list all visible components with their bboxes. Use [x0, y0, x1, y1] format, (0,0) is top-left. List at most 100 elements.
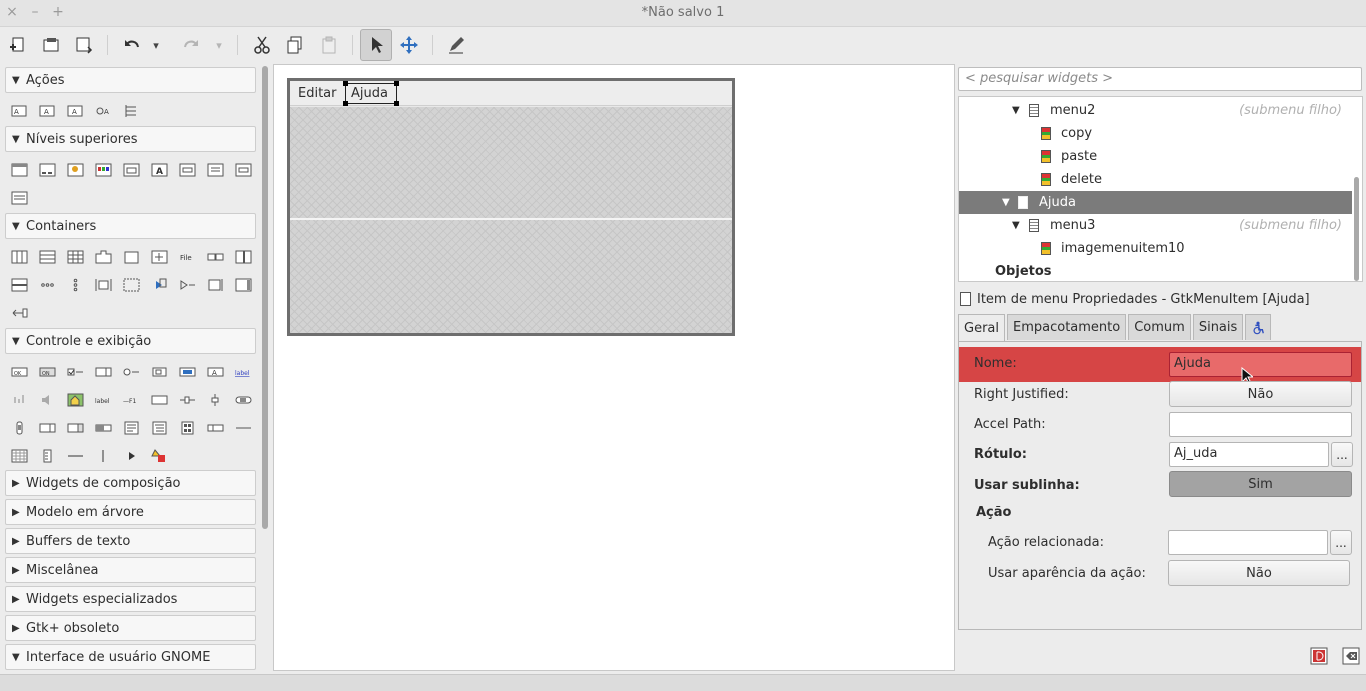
- resize-handle[interactable]: [394, 101, 399, 106]
- accel-label-icon[interactable]: —F1: [117, 386, 145, 414]
- dock-properties-button[interactable]: [1307, 644, 1331, 668]
- vscale-icon[interactable]: [201, 386, 229, 414]
- vbox-icon[interactable]: [33, 243, 61, 271]
- cell-view-icon[interactable]: [201, 414, 229, 442]
- vseparator-icon[interactable]: [89, 442, 117, 470]
- undo-dropdown-button[interactable]: ▾: [146, 29, 166, 61]
- label-widget-icon[interactable]: label: [89, 386, 117, 414]
- resize-handle[interactable]: [343, 101, 348, 106]
- recent-action-icon[interactable]: A: [89, 97, 117, 125]
- undo-button[interactable]: [116, 29, 148, 61]
- hscrollbar-icon[interactable]: [229, 386, 257, 414]
- spin-button-icon[interactable]: [89, 358, 117, 386]
- new-file-button[interactable]: [2, 29, 34, 61]
- palette-section-controle-exibicao[interactable]: ▼ Controle e exibição: [5, 328, 256, 354]
- tree-row-copy[interactable]: copy: [959, 122, 1352, 145]
- menu-editar[interactable]: Editar: [298, 86, 337, 101]
- hseparator-line-icon[interactable]: [61, 442, 89, 470]
- dialog-widget-icon[interactable]: [33, 156, 61, 184]
- usar-sublinha-toggle[interactable]: Sim: [1169, 471, 1352, 497]
- tab-geral[interactable]: Geral: [958, 314, 1005, 341]
- widget-search-input[interactable]: < pesquisar widgets >: [958, 67, 1362, 91]
- progress-bar-icon[interactable]: [89, 414, 117, 442]
- palette-section-widgets-composicao[interactable]: ▶ Widgets de composição: [5, 470, 256, 496]
- toggle-action-icon[interactable]: A: [33, 97, 61, 125]
- scrolled-window-icon[interactable]: [229, 271, 257, 299]
- right-justified-toggle[interactable]: Não: [1169, 381, 1352, 407]
- frame-icon[interactable]: [117, 243, 145, 271]
- tab-accessibility[interactable]: [1245, 314, 1272, 340]
- color-selection-dialog-icon[interactable]: [89, 156, 117, 184]
- palette-section-containers[interactable]: ▼ Containers: [5, 213, 256, 239]
- tree-row-ajuda[interactable]: ▼ Ajuda: [959, 191, 1352, 214]
- font-button-icon[interactable]: A: [201, 358, 229, 386]
- expander-down-icon[interactable]: ▼: [1012, 220, 1020, 231]
- drag-resize-button[interactable]: [393, 29, 425, 61]
- hbutton-dots-icon[interactable]: [33, 271, 61, 299]
- vscrollbar-icon[interactable]: [5, 414, 33, 442]
- hpaned-icon[interactable]: [229, 243, 257, 271]
- hbox-icon[interactable]: [5, 243, 33, 271]
- radio-button-icon[interactable]: [117, 358, 145, 386]
- file-icon[interactable]: File: [173, 243, 201, 271]
- fixed-icon[interactable]: [145, 243, 173, 271]
- rotulo-input[interactable]: Aj_uda: [1169, 442, 1329, 467]
- tree-view-icon[interactable]: [145, 414, 173, 442]
- alignment-icon[interactable]: [89, 271, 117, 299]
- usar-aparencia-toggle[interactable]: Não: [1168, 560, 1350, 586]
- cut-button[interactable]: [246, 29, 278, 61]
- radio-action-icon[interactable]: A: [61, 97, 89, 125]
- about-dialog-icon[interactable]: [61, 156, 89, 184]
- selected-menu-ajuda[interactable]: Ajuda: [343, 81, 399, 106]
- entry-widget-icon[interactable]: [145, 386, 173, 414]
- message-dialog-icon[interactable]: [201, 156, 229, 184]
- text-view-icon[interactable]: [117, 414, 145, 442]
- icon-view-icon[interactable]: [173, 414, 201, 442]
- action-group-icon[interactable]: [117, 97, 145, 125]
- tree-scrollbar[interactable]: [1354, 177, 1359, 281]
- tree-row-paste[interactable]: paste: [959, 145, 1352, 168]
- assistant-widget-icon[interactable]: [5, 184, 33, 212]
- arrow-widget-icon[interactable]: [117, 442, 145, 470]
- expander-down-icon[interactable]: ▼: [1002, 197, 1010, 208]
- tab-comum[interactable]: Comum: [1128, 314, 1191, 340]
- file-chooser-button-icon[interactable]: [145, 358, 173, 386]
- input-dialog-icon[interactable]: [173, 156, 201, 184]
- vbutton-dots-icon[interactable]: [61, 271, 89, 299]
- viewport-icon[interactable]: [5, 299, 33, 327]
- palette-section-buffers-texto[interactable]: ▶ Buffers de texto: [5, 528, 256, 554]
- handle-box-icon[interactable]: [173, 271, 201, 299]
- expander-down-icon[interactable]: ▼: [1012, 105, 1020, 116]
- notebook-icon[interactable]: [89, 243, 117, 271]
- event-box-icon[interactable]: [117, 271, 145, 299]
- palette-section-gtk-obsoleto[interactable]: ▶ Gtk+ obsoleto: [5, 615, 256, 641]
- redo-dropdown-button[interactable]: ▾: [209, 29, 229, 61]
- tree-row-menu2[interactable]: ▼ menu2 (submenu filho): [959, 99, 1352, 122]
- palette-section-miscelanea[interactable]: ▶ Miscelânea: [5, 557, 256, 583]
- placeholder-slot-bottom[interactable]: [290, 220, 732, 333]
- button-widget-icon[interactable]: OK: [5, 358, 33, 386]
- tree-row-menu3[interactable]: ▼ menu3 (submenu filho): [959, 214, 1352, 237]
- rotulo-edit-button[interactable]: ...: [1331, 442, 1353, 467]
- accel-path-input[interactable]: [1169, 412, 1352, 437]
- file-chooser-dialog-icon[interactable]: [117, 156, 145, 184]
- placeholder-slot-top[interactable]: [290, 107, 732, 218]
- window-widget-icon[interactable]: [5, 156, 33, 184]
- clear-properties-button[interactable]: [1339, 644, 1363, 668]
- design-canvas[interactable]: Editar Ajuda: [273, 64, 955, 671]
- tree-row-delete[interactable]: delete: [959, 168, 1352, 191]
- tree-row-objetos[interactable]: Objetos: [959, 260, 1352, 281]
- color-button-icon[interactable]: [173, 358, 201, 386]
- preview-window[interactable]: Editar Ajuda: [287, 78, 735, 336]
- resize-handle[interactable]: [394, 81, 399, 86]
- action-icon[interactable]: A: [5, 97, 33, 125]
- tree-row-imagemenuitem10[interactable]: imagemenuitem10: [959, 237, 1352, 260]
- font-selection-dialog-icon[interactable]: A: [145, 156, 173, 184]
- recent-chooser-dialog-icon[interactable]: [229, 156, 257, 184]
- resize-handle[interactable]: [343, 81, 348, 86]
- preview-menubar[interactable]: Editar Ajuda: [290, 81, 732, 106]
- expander-widget-icon[interactable]: [145, 271, 173, 299]
- save-file-button[interactable]: [68, 29, 100, 61]
- paste-button[interactable]: [313, 29, 345, 61]
- acao-relacionada-edit-button[interactable]: ...: [1330, 530, 1352, 555]
